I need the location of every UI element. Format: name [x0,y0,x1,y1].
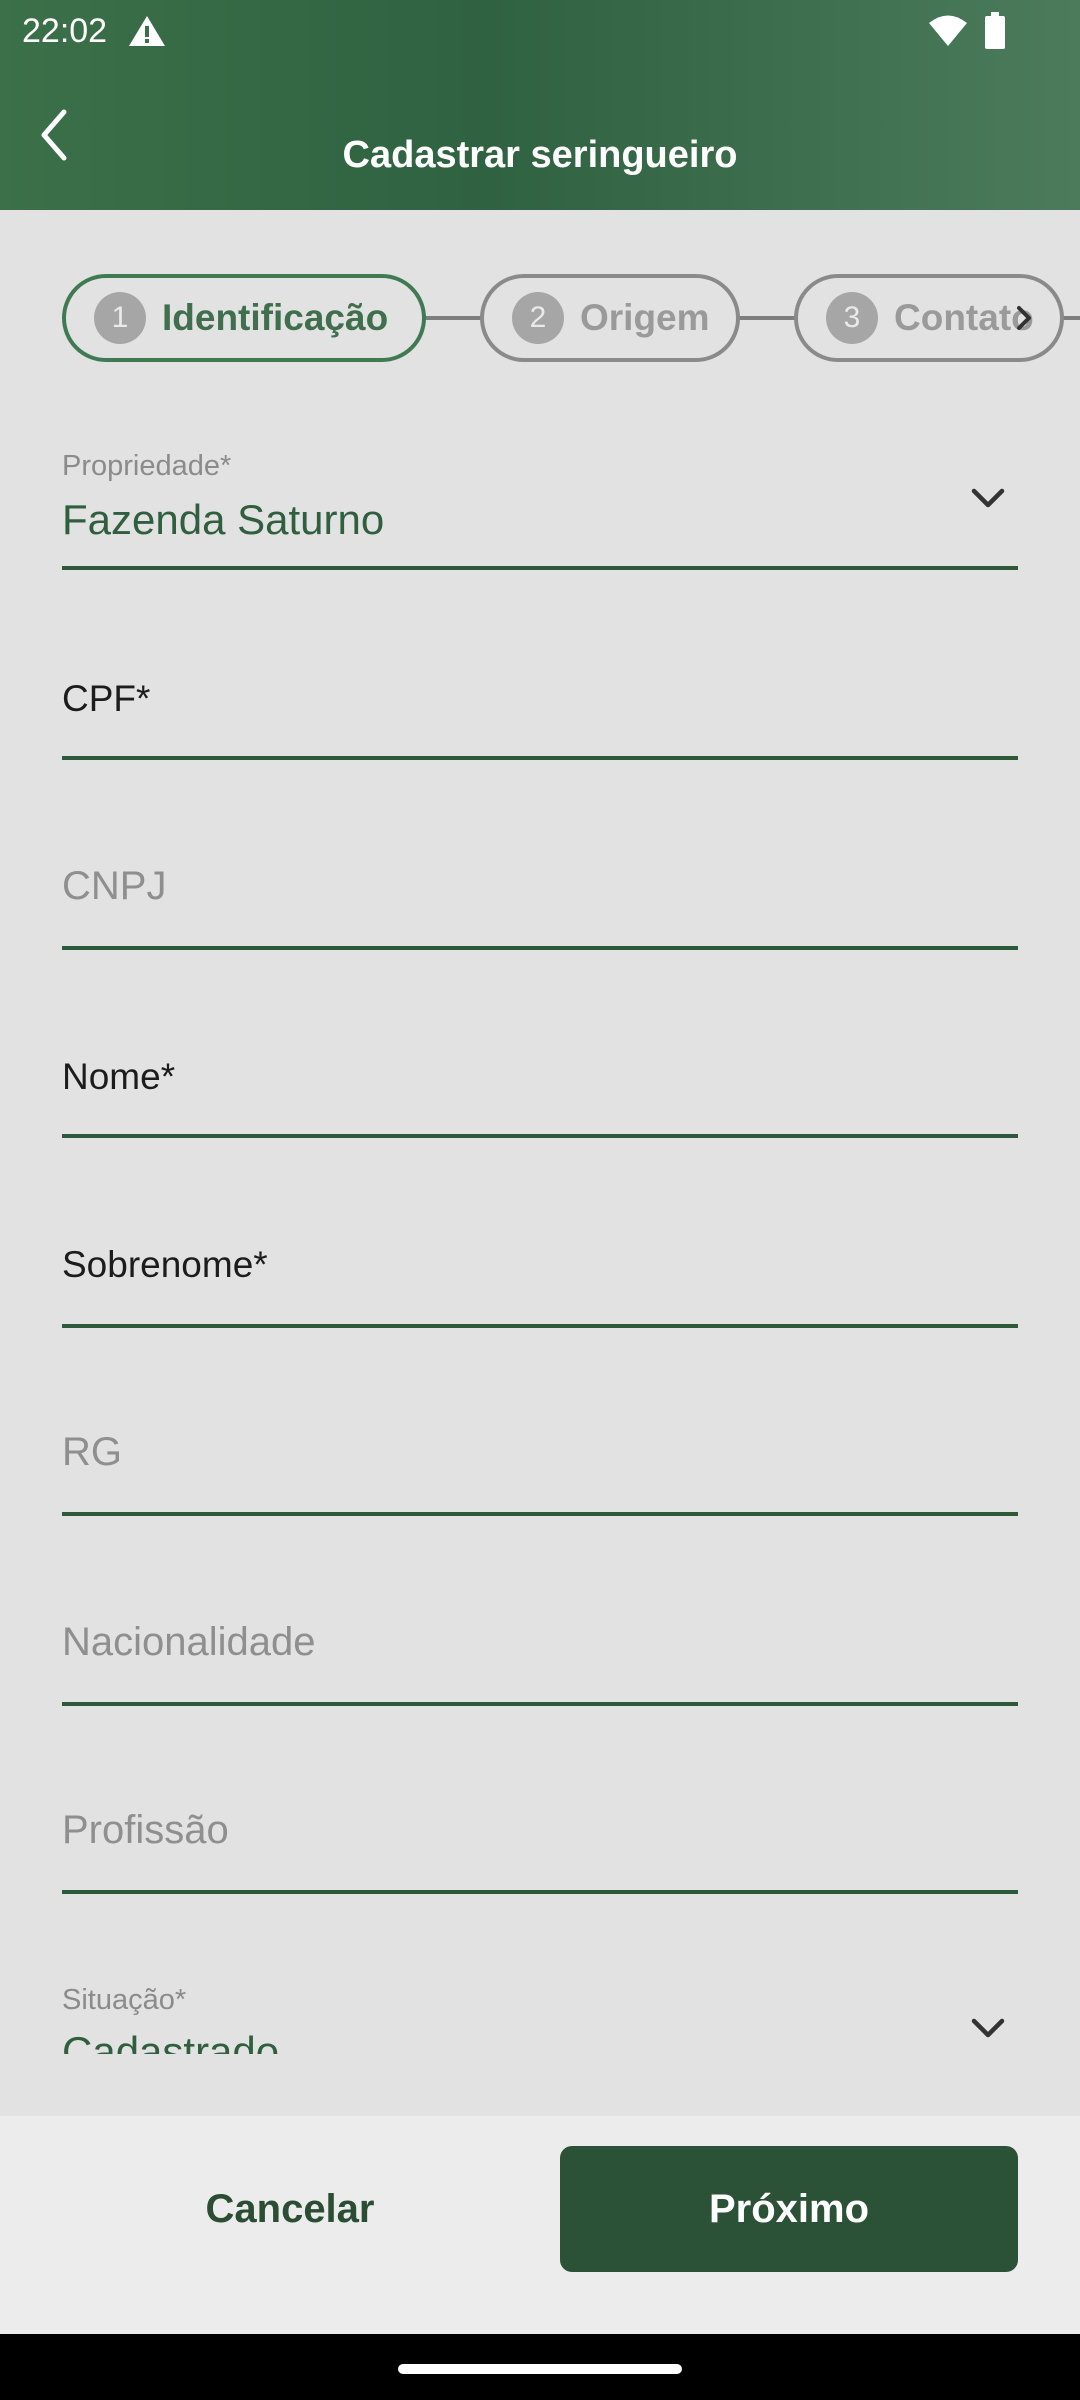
field-underline [62,946,1018,950]
step-number: 1 [94,292,146,344]
chevron-down-icon [971,2018,1005,2038]
field-underline [62,1890,1018,1894]
home-indicator[interactable] [398,2364,682,2374]
propriedade-select[interactable]: Propriedade* Fazenda Saturno [62,420,1018,570]
status-time: 22:02 [22,12,108,50]
app-header: 22:02 Cadastrar seringueiro [0,0,1080,210]
field-underline [62,1702,1018,1706]
step-label: Origem [580,297,710,338]
chevron-down-icon [971,488,1005,508]
system-nav-bar [0,2334,1080,2400]
field-underline [62,566,1018,570]
sobrenome-field[interactable]: Sobrenome* [62,1178,1018,1328]
nacionalidade-field[interactable]: Nacionalidade [62,1556,1018,1706]
stepper: 1 Identificação 2 Origem 3 Contato [0,262,1080,372]
step-connector [1062,316,1080,320]
propriedade-value: Fazenda Saturno [62,496,385,543]
situacao-value: Cadastrado [62,2028,280,2054]
step-connector [424,316,482,320]
rg-field[interactable]: RG [62,1366,1018,1516]
step-connector [738,316,796,320]
sobrenome-label: Sobrenome* [62,1244,268,1285]
nome-label: Nome* [62,1056,176,1097]
alert-icon [129,16,165,46]
nacionalidade-label: Nacionalidade [62,1620,316,1664]
bottom-action-bar: Cancelar Próximo [0,2116,1080,2334]
next-button[interactable]: Próximo [560,2146,1018,2272]
field-underline [62,756,1018,760]
cpf-field[interactable]: CPF* [62,610,1018,760]
situacao-label: Situação* [62,1984,187,2016]
step-number: 3 [826,292,878,344]
cnpj-label: CNPJ [62,864,167,908]
cpf-label: CPF* [62,678,151,719]
nome-field[interactable]: Nome* [62,988,1018,1138]
battery-icon [985,12,1005,49]
rg-label: RG [62,1430,122,1474]
cnpj-field[interactable]: CNPJ [62,800,1018,950]
step-origem[interactable]: 2 Origem [480,274,740,362]
step-number: 2 [512,292,564,344]
wifi-icon [929,15,967,46]
chevron-right-icon[interactable] [1004,298,1044,338]
situacao-select[interactable]: Situação* Cadastrado [62,1954,1018,2054]
cancel-button[interactable]: Cancelar [60,2146,520,2272]
profissao-field[interactable]: Profissão [62,1744,1018,1894]
field-underline [62,1324,1018,1328]
profissao-label: Profissão [62,1808,229,1852]
page-title: Cadastrar seringueiro [342,134,738,176]
field-underline [62,1512,1018,1516]
step-identificacao[interactable]: 1 Identificação [62,274,426,362]
status-bar: 22:02 [0,0,1080,64]
step-label: Identificação [162,297,389,338]
propriedade-label: Propriedade* [62,450,232,482]
field-underline [62,1134,1018,1138]
